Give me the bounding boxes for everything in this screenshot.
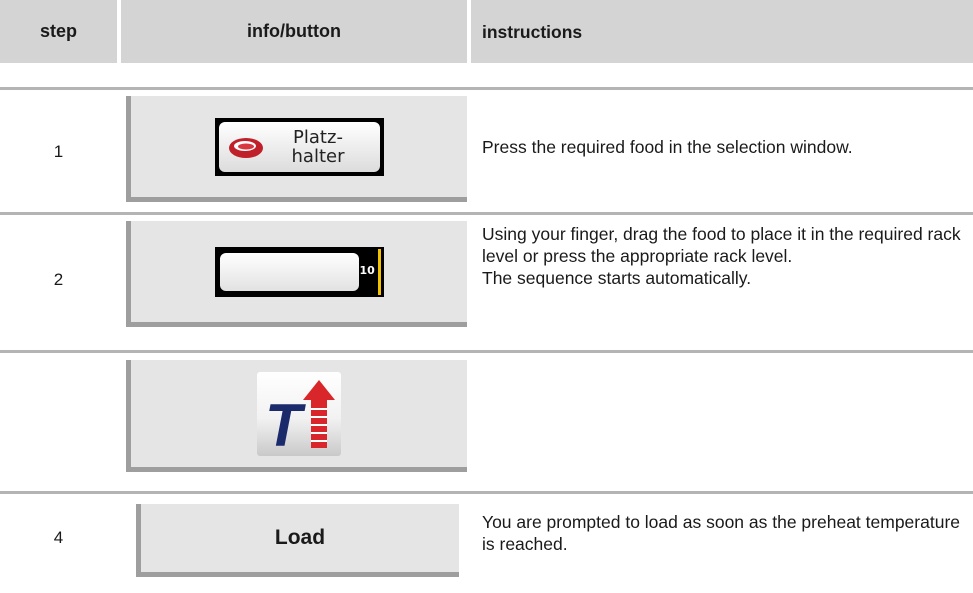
column-header-step: step	[0, 0, 117, 63]
column-header-info-button: info/button	[121, 0, 467, 63]
instruction-line: Press the required food in the selection…	[482, 137, 853, 157]
icon-letter: T	[265, 392, 306, 456]
rack-slot	[219, 252, 359, 291]
instruction-line: The sequence starts automatically.	[482, 268, 752, 288]
step-number: 4	[53, 528, 64, 547]
food-button-label-line1: Platz-	[293, 126, 343, 148]
food-button-platzhalter[interactable]: Platz- halter	[214, 117, 384, 176]
step-number: 2	[53, 270, 64, 289]
temperature-up-icon: T	[265, 379, 335, 459]
instruction-text: You are prompted to load as soon as the …	[482, 511, 970, 555]
info-panel: T	[126, 360, 467, 472]
column-header-instructions: instructions	[471, 0, 973, 63]
preheat-temperature-icon[interactable]: T	[257, 371, 341, 459]
rack-level-button[interactable]: 10	[214, 246, 384, 297]
row-divider	[0, 491, 973, 494]
rack-level-indicator	[377, 248, 381, 295]
row-divider	[0, 212, 973, 215]
meat-icon	[228, 137, 263, 158]
row-divider	[0, 350, 973, 353]
info-panel: 10	[126, 221, 467, 327]
instruction-line: Using your finger, drag the food to plac…	[482, 224, 961, 266]
load-button[interactable]: Load	[136, 504, 459, 577]
rack-level-number: 10	[359, 263, 375, 277]
food-button-label-line2: halter	[291, 145, 345, 167]
instruction-text: Press the required food in the selection…	[482, 136, 970, 158]
info-panel: Platz- halter	[126, 96, 467, 202]
instruction-text: Using your finger, drag the food to plac…	[482, 223, 970, 289]
load-button-label: Load	[274, 526, 326, 549]
step-number: 1	[53, 142, 64, 161]
instruction-line: You are prompted to load as soon as the …	[482, 512, 961, 554]
row-divider	[0, 87, 973, 90]
